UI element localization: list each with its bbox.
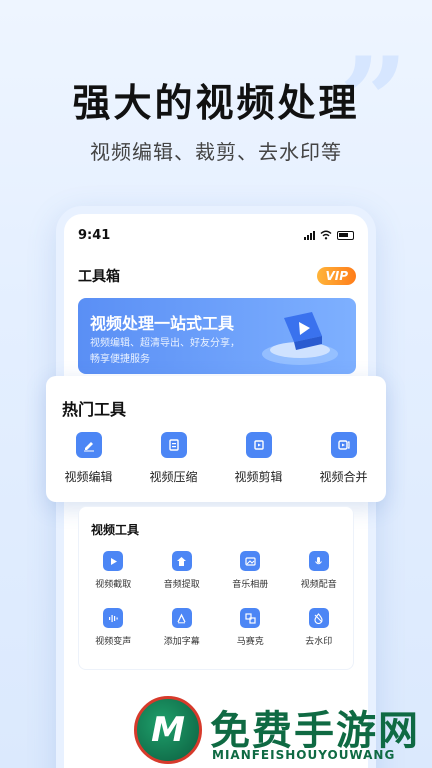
play-cube-icon (262, 312, 338, 365)
tool-add-subtitle[interactable]: 添加字幕 (148, 608, 217, 647)
voice-icon (103, 608, 124, 628)
hot-tool-video-edit[interactable]: 视频编辑 (49, 432, 129, 485)
hot-tool-video-compress[interactable]: 视频压缩 (134, 432, 214, 485)
video-tools-grid: 视频截取 音频提取 音乐相册 视频配音 视频变声 添加字幕 马赛克 去水印 (79, 551, 353, 647)
watermark-subtitle: MIANFEISHOUYOUWANG (212, 748, 396, 762)
mosaic-icon (240, 608, 261, 628)
app-bar: 工具箱 VIP (78, 266, 356, 286)
tool-label: 视频截取 (95, 580, 132, 590)
merge-icon (330, 432, 357, 458)
status-bar: 9:41 (78, 226, 354, 244)
crop-icon (245, 432, 272, 458)
tool-label: 音频提取 (163, 580, 200, 590)
tool-label: 视频变声 (95, 637, 132, 647)
video-tools-card: 视频工具 视频截取 音频提取 音乐相册 视频配音 视频变声 添加字幕 马赛克 去… (78, 506, 354, 670)
hot-tool-label: 视频编辑 (64, 470, 113, 484)
hot-tool-label: 视频剪辑 (234, 470, 283, 484)
video-tools-title: 视频工具 (91, 523, 140, 537)
hot-tool-video-cut[interactable]: 视频剪辑 (219, 432, 299, 485)
extract-icon (171, 551, 192, 571)
hot-tools-title: 热门工具 (62, 400, 127, 419)
status-time: 9:41 (78, 227, 111, 243)
subtitle-icon (171, 608, 192, 628)
album-icon (240, 551, 261, 571)
vip-badge[interactable]: VIP (317, 267, 356, 285)
banner-title: 视频处理一站式工具 (90, 314, 235, 333)
signal-icon (304, 230, 315, 240)
watermark-logo: M (134, 696, 202, 764)
tool-label: 音乐相册 (232, 580, 269, 590)
tool-video-clip[interactable]: 视频截取 (79, 551, 148, 590)
tool-voice-change[interactable]: 视频变声 (79, 608, 148, 647)
site-watermark: M 免费手游网 MIANFEISHOUYOUWANG (134, 694, 432, 768)
hot-tool-label: 视频合并 (319, 470, 368, 484)
tool-audio-extract[interactable]: 音频提取 (148, 551, 217, 590)
battery-icon (337, 230, 354, 240)
app-title: 工具箱 (78, 269, 120, 285)
subheadline: 视频编辑、裁剪、去水印等 (90, 140, 342, 164)
tool-label: 马赛克 (236, 637, 264, 647)
clip-icon (103, 551, 124, 571)
edit-icon (75, 432, 102, 458)
compress-icon (160, 432, 187, 458)
tool-music-album[interactable]: 音乐相册 (216, 551, 285, 590)
tool-label: 视频配音 (300, 580, 337, 590)
hot-tool-label: 视频压缩 (149, 470, 198, 484)
hot-tool-video-merge[interactable]: 视频合并 (304, 432, 384, 485)
tool-mosaic[interactable]: 马赛克 (216, 608, 285, 647)
tool-label: 添加字幕 (163, 637, 200, 647)
mic-icon (308, 551, 329, 571)
promo-banner[interactable]: 视频处理一站式工具 视频编辑、超清导出、好友分享，畅享便捷服务 (78, 298, 356, 374)
tool-remove-watermark[interactable]: 去水印 (285, 608, 354, 647)
tool-label: 去水印 (305, 637, 333, 647)
watermark-icon (308, 608, 329, 628)
banner-description: 视频编辑、超清导出、好友分享，畅享便捷服务 (90, 338, 240, 365)
hot-tools-row: 视频编辑 视频压缩 视频剪辑 视频合并 (46, 432, 386, 485)
status-icons (304, 230, 354, 240)
headline: 强大的视频处理 (72, 81, 360, 125)
hot-tools-card: 热门工具 视频编辑 视频压缩 视频剪辑 视频合并 (46, 376, 386, 502)
tool-video-dubbing[interactable]: 视频配音 (285, 551, 354, 590)
wifi-icon (320, 230, 332, 240)
